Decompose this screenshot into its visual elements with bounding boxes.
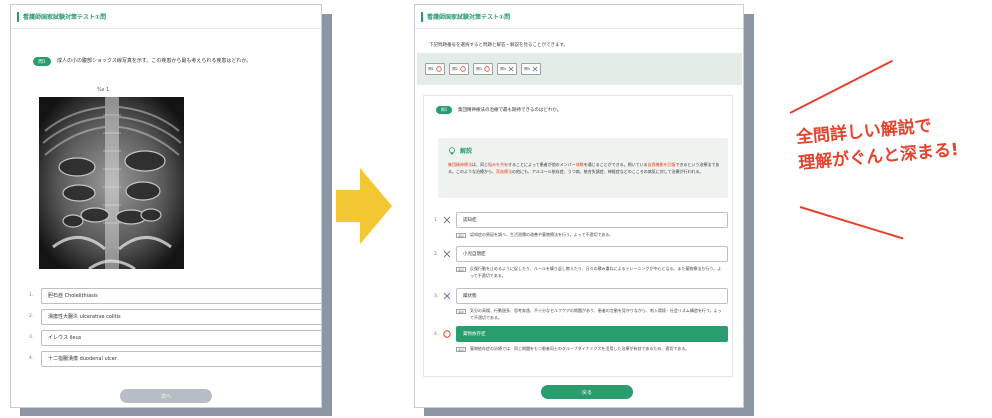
header-accent-bar (421, 11, 423, 22)
explanation-part: することによって患者が他のメンバー (508, 162, 576, 167)
choice-item[interactable]: 2. 潰瘍性大腸炎 ulcerative colitis (29, 308, 321, 325)
answer-choice: 4. 薬物依存症 解説 薬物依存症の治療では、同じ問題をもつ患者同士のグループダ… (434, 326, 728, 353)
answer-choice: 2. 小児自閉症 解説 反復行動を止めるように促したり、ルールを繰り返し教えたり… (434, 246, 728, 279)
choice-number: 1. (434, 217, 439, 223)
choice-label: 薬物依存症 (456, 326, 728, 342)
result-number: 問3 (476, 66, 482, 71)
choice-label[interactable]: イレウス ileus (41, 329, 321, 346)
choice-explanation: 解説 薬物依存症の治療では、同じ問題をもつ患者同士のグループダイナミクスを活用し… (456, 346, 728, 353)
question-text: 集団精神療法の治療で最も期待できるのはどれか。 (458, 108, 562, 113)
choice-explanation: 解説 認知症の原因を調べ、生活習慣の改善や薬物療法を行う。よって不適切である。 (456, 232, 728, 239)
correct-circle-icon (484, 66, 490, 72)
right-card-header: 看護師国家試験対策テスト①問 (415, 5, 743, 29)
choice-explanation-text: 認知症の原因を調べ、生活習慣の改善や薬物療法を行う。よって不適切である。 (470, 232, 614, 237)
explanation-part: の他にも、アルコール依存症、うつ病、統合失調症、神経症などのこころの病気に対して… (512, 168, 704, 174)
choice-item[interactable]: 1. 胆石症 Cholelithiasis (29, 287, 321, 304)
wrong-cross-icon (508, 66, 514, 72)
choice-number: 2. (434, 251, 439, 257)
choice-item[interactable]: 3. イレウス ileus (29, 329, 321, 346)
explanation-tag: 解説 (456, 347, 466, 352)
correct-circle-icon (436, 66, 442, 72)
left-card-title: 看護師国家試験対策テスト①問 (23, 14, 107, 21)
result-number: 問1 (428, 66, 434, 71)
callout-text: 全問詳しい解説で 理解がぐんと深まる! (795, 111, 960, 177)
question-badge: 問1 (33, 57, 51, 66)
left-question-row: 問1 成人の小の腹部ショックス線写真を示す。この疾患から最も考えられる疾患はどれ… (33, 57, 297, 66)
choice-number: 3. (434, 293, 439, 299)
header-accent-bar (17, 11, 19, 22)
explanation-part: 集団精神療法 (448, 162, 472, 167)
answer-choice-row: 1. 認知症 (434, 212, 728, 228)
choice-number: 3. (29, 335, 34, 340)
answer-choice: 3. 躁状態 解説 気分の高揚、行動過多、思考奔逸、不十分なセルフケアの問題があ… (434, 288, 728, 321)
explanation-header: 解説 (448, 146, 472, 155)
question-text: 成人の小の腹部ショックス線写真を示す。この疾患から最も考えられる疾患はどれか。 (57, 58, 252, 64)
choice-explanation: 解説 反復行動を止めるように促したり、ルールを繰り返し教えたり、日々の積み重ねに… (456, 266, 728, 279)
explanation-tag: 解説 (456, 267, 466, 272)
choice-number: 2. (29, 314, 34, 319)
question-badge: 問1 (436, 106, 452, 114)
choice-label[interactable]: 十二指腸潰瘍 duodenal ulcer (41, 350, 321, 367)
result-number: 問4 (500, 66, 506, 71)
result-tab[interactable]: 問5 (521, 63, 541, 75)
lightbulb-icon (449, 146, 455, 154)
left-card-header: 看護師国家試験対策テスト①問 (11, 5, 321, 29)
choice-number: 1. (29, 293, 34, 298)
explanation-tag: 解説 (456, 233, 466, 238)
choice-label: 認知症 (456, 212, 728, 228)
wrong-cross-icon (442, 291, 452, 301)
choice-item[interactable]: 4. 十二指腸潰瘍 duodenal ulcer (29, 350, 321, 367)
choice-explanation-text: 薬物依存症の治療では、同じ問題をもつ患者同士のグループダイナミクスを活用した治療… (470, 346, 690, 351)
explanation-part: は、同じ (472, 162, 488, 167)
left-quiz-card: 看護師国家試験対策テスト①問 問1 成人の小の腹部ショックス線写真を示す。この疾… (10, 4, 322, 408)
choice-label[interactable]: 胆石症 Cholelithiasis (41, 287, 321, 304)
explanation-box: 解説 集団精神療法は、同じ悩みを共有することによって患者が他のメンバー体験を通じ… (438, 138, 728, 198)
result-tab[interactable]: 問3 (473, 63, 493, 75)
explanation-title: 解説 (460, 148, 473, 155)
right-card-title: 看護師国家試験対策テスト①問 (427, 14, 511, 21)
callout-bottom-line (799, 206, 904, 240)
correct-circle-icon (460, 66, 466, 72)
next-button[interactable]: 次へ (120, 389, 212, 403)
explanation-part: を通じることができる。問いている (583, 162, 648, 167)
answer-choice: 1. 認知症 解説 認知症の原因を調べ、生活習慣の改善や薬物療法を行う。よって不… (434, 212, 728, 239)
answer-choice-row: 2. 小児自閉症 (434, 246, 728, 262)
choice-explanation-text: 気分の高揚、行動過多、思考奔逸、不十分なセルフケアの問題があり、患者の言動を見守… (470, 308, 722, 320)
explanation-part: 自我機能を回復 (647, 162, 676, 167)
result-tab[interactable]: 問1 (425, 63, 445, 75)
choice-number: 4. (434, 331, 439, 337)
right-arrow-icon (336, 168, 392, 244)
wrong-cross-icon (442, 215, 452, 225)
choice-explanation-text: 反復行動を止めるように促したり、ルールを繰り返し教えたり、日々の積み重ねによるト… (470, 266, 722, 278)
answer-choice-row: 3. 躁状態 (434, 288, 728, 304)
left-choice-list: 1. 胆石症 Cholelithiasis 2. 潰瘍性大腸炎 ulcerati… (29, 287, 321, 371)
choice-explanation: 解説 気分の高揚、行動過多、思考奔逸、不十分なセルフケアの問題があり、患者の言動… (456, 308, 728, 321)
result-number: 問5 (524, 66, 530, 71)
answer-choice-row: 4. 薬物依存症 (434, 326, 728, 342)
callout-top-line (789, 59, 893, 114)
answer-panel: 問1 集団精神療法の治療で最も期待できるのはどれか。 解説 集団精神療法は、同じ… (423, 95, 733, 399)
choice-label: 躁状態 (456, 288, 728, 304)
results-band: 問1 問2 問3 問4 問5 (417, 53, 742, 85)
result-tab[interactable]: 問4 (497, 63, 517, 75)
abdominal-xray-image (39, 97, 184, 269)
wrong-cross-icon (442, 249, 452, 259)
explanation-part: 家族療法 (496, 168, 512, 174)
explanation-body: 集団精神療法は、同じ悩みを共有することによって患者が他のメンバー体験を通じること… (448, 162, 720, 175)
right-question-row: 問1 集団精神療法の治療で最も期待できるのはどれか。 (436, 106, 561, 114)
back-button[interactable]: 戻る (541, 385, 633, 399)
explanation-part: 悩みを共有 (488, 162, 508, 167)
explanation-part: 体験 (575, 162, 584, 167)
choice-label: 小児自閉症 (456, 246, 728, 262)
choice-label[interactable]: 潰瘍性大腸炎 ulcerative colitis (41, 308, 321, 325)
choice-number: 4. (29, 356, 34, 361)
instruction-text: 下記問題番号を選択すると問題と解答・解説を見ることができます。 (429, 43, 569, 48)
wrong-cross-icon (532, 66, 538, 72)
result-tab[interactable]: 問2 (449, 63, 469, 75)
image-label: %s 1 (97, 87, 110, 93)
right-results-card: 看護師国家試験対策テスト①問 下記問題番号を選択すると問題と解答・解説を見ること… (414, 4, 744, 408)
explanation-tag: 解説 (456, 309, 466, 314)
correct-circle-icon (442, 329, 452, 339)
result-number: 問2 (452, 66, 458, 71)
